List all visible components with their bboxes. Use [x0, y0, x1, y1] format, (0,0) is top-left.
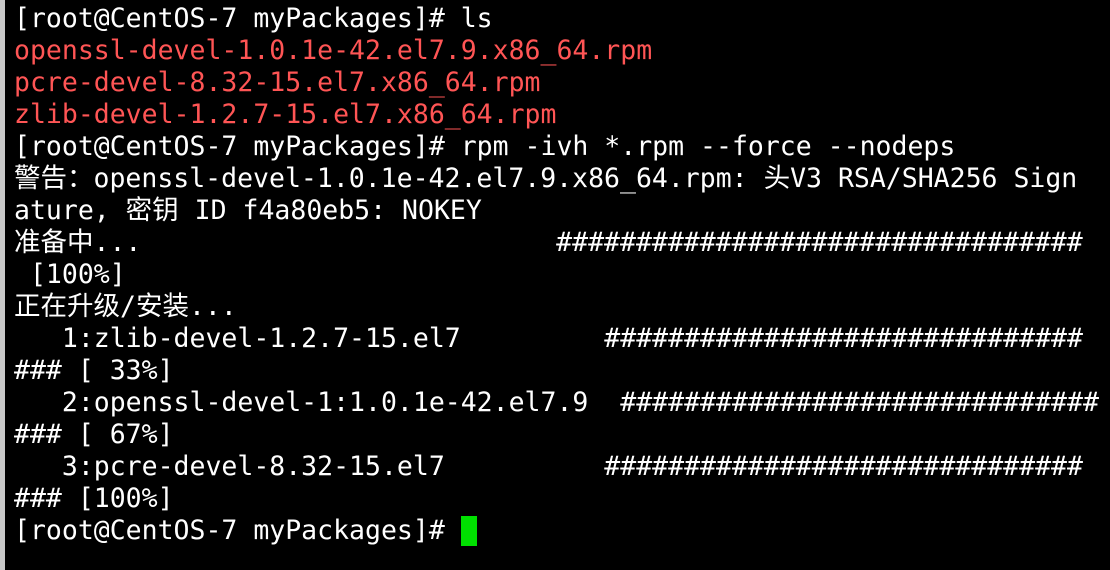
terminal-line: 警告：openssl-devel-1.0.1e-42.el7.9.x86_64.… [14, 163, 1078, 194]
terminal-line: 正在升级/安装... [14, 291, 237, 322]
prompt-line[interactable]: [root@CentOS-7 myPackages]# [14, 515, 1110, 547]
text-cursor [460, 516, 477, 546]
terminal-line: ### [100%] [14, 483, 174, 514]
terminal-line: pcre-devel-8.32-15.el7.x86_64.rpm [14, 67, 541, 98]
terminal-line: 准备中... ################################# [14, 227, 1083, 258]
terminal-line: 2:openssl-devel-1:1.0.1e-42.el7.9 ######… [14, 387, 1099, 418]
terminal-line: [root@CentOS-7 myPackages]# rpm -ivh *.r… [14, 131, 956, 162]
terminal-line: ### [ 67%] [14, 419, 174, 450]
terminal-line: ature, 密钥 ID f4a80eb5: NOKEY [14, 195, 482, 226]
terminal-line: [100%] [14, 259, 126, 290]
terminal-line: 1:zlib-devel-1.2.7-15.el7 ##############… [14, 323, 1083, 354]
terminal-window[interactable]: [root@CentOS-7 myPackages]# ls openssl-d… [0, 0, 1110, 570]
shell-prompt: [root@CentOS-7 myPackages]# [14, 515, 461, 546]
terminal-line: openssl-devel-1.0.1e-42.el7.9.x86_64.rpm [14, 35, 653, 66]
terminal-line: [root@CentOS-7 myPackages]# ls [14, 3, 493, 34]
terminal-line: zlib-devel-1.2.7-15.el7.x86_64.rpm [14, 99, 557, 130]
terminal-line: ### [ 33%] [14, 355, 174, 386]
terminal-line: 3:pcre-devel-8.32-15.el7 ###############… [14, 451, 1083, 482]
